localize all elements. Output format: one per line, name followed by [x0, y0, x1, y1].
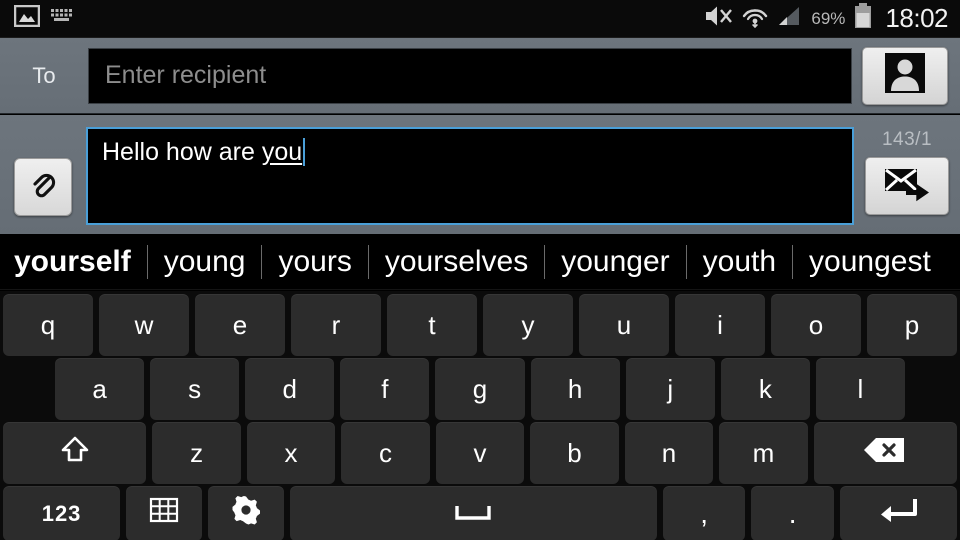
recipient-row: To Enter recipient — [0, 38, 960, 114]
suggestion-item[interactable]: youngest — [793, 234, 947, 289]
keyboard-row-4: 123 , . — [0, 486, 960, 540]
word-suggestion-bar: yourself young yours yourselves younger … — [0, 234, 960, 290]
status-bar-left-icons — [0, 4, 76, 32]
compose-right-column: 143/1 — [854, 115, 960, 215]
suggestion-item[interactable]: young — [148, 234, 262, 289]
message-text-composing: you — [261, 138, 303, 166]
recipient-label: To — [32, 62, 56, 88]
phone-screen: 69% 18:02 To Enter recipient Hello how a… — [0, 0, 960, 540]
status-bar-clock: 18:02 — [885, 2, 948, 33]
gear-icon — [231, 495, 261, 532]
key-v[interactable]: v — [435, 422, 525, 484]
battery-percent-label: 69% — [811, 8, 846, 28]
key-r[interactable]: r — [291, 294, 381, 356]
on-screen-keyboard: q w e r t y u i o p a s d f g h j k l z … — [0, 291, 960, 540]
enter-return-icon — [879, 495, 918, 532]
keyboard-icon — [50, 7, 76, 30]
key-settings[interactable] — [208, 486, 284, 540]
message-input[interactable]: Hello how are you — [86, 127, 854, 225]
image-icon — [13, 4, 41, 32]
text-cursor — [303, 138, 306, 166]
keyboard-row-3: z x c v b n m — [0, 422, 960, 484]
key-l[interactable]: l — [815, 358, 905, 420]
attach-button[interactable] — [14, 158, 72, 216]
keyboard-row-1: q w e r t y u i o p — [0, 294, 960, 356]
suggestion-item[interactable]: youth — [687, 234, 792, 289]
sound-mute-icon — [703, 3, 733, 34]
key-b[interactable]: b — [530, 422, 619, 484]
key-p[interactable]: p — [867, 294, 957, 356]
suggestion-item[interactable]: yourselves — [369, 234, 544, 289]
key-q[interactable]: q — [3, 294, 93, 356]
key-m[interactable]: m — [719, 422, 808, 484]
key-i[interactable]: i — [675, 294, 765, 356]
key-o[interactable]: o — [771, 294, 861, 356]
status-bar: 69% 18:02 — [0, 0, 960, 38]
recipient-placeholder: Enter recipient — [105, 61, 267, 89]
key-shift[interactable] — [3, 422, 147, 484]
message-text-plain: Hello how are — [102, 138, 262, 166]
space-bar-icon — [455, 498, 492, 529]
recipient-input[interactable]: Enter recipient — [88, 47, 852, 104]
contact-person-icon — [885, 53, 925, 98]
key-y[interactable]: y — [483, 294, 573, 356]
shift-arrow-icon — [58, 433, 92, 474]
key-e[interactable]: e — [195, 294, 285, 356]
send-envelope-icon — [882, 165, 932, 208]
wifi-icon — [741, 4, 769, 33]
paperclip-icon — [26, 168, 60, 207]
key-x[interactable]: x — [246, 422, 336, 484]
compose-row: Hello how are you 143/1 — [0, 115, 960, 234]
key-u[interactable]: u — [579, 294, 669, 356]
backspace-icon — [862, 435, 908, 472]
key-period[interactable]: . — [751, 486, 834, 540]
character-counter: 143/1 — [881, 129, 933, 150]
keyboard-grid-icon — [149, 497, 179, 530]
key-h[interactable]: h — [530, 358, 620, 420]
key-c[interactable]: c — [341, 422, 430, 484]
key-g[interactable]: g — [435, 358, 525, 420]
key-backspace[interactable] — [813, 422, 958, 484]
key-j[interactable]: j — [625, 358, 715, 420]
key-numeric-mode[interactable]: 123 — [3, 486, 121, 540]
key-comma[interactable]: , — [662, 486, 746, 540]
status-bar-right-icons: 69% 18:02 — [703, 3, 960, 34]
key-space[interactable] — [289, 486, 657, 540]
suggestion-item[interactable]: younger — [545, 234, 685, 289]
key-a[interactable]: a — [55, 358, 145, 420]
send-button[interactable] — [865, 157, 949, 215]
key-n[interactable]: n — [624, 422, 714, 484]
key-s[interactable]: s — [150, 358, 240, 420]
cellular-signal-icon — [777, 5, 803, 32]
key-f[interactable]: f — [340, 358, 430, 420]
contacts-picker-button[interactable] — [862, 46, 948, 105]
key-t[interactable]: t — [387, 294, 477, 356]
key-k[interactable]: k — [720, 358, 810, 420]
key-enter[interactable] — [839, 486, 957, 540]
key-w[interactable]: w — [99, 294, 189, 356]
battery-icon — [853, 3, 873, 34]
suggestion-item[interactable]: yours — [262, 234, 367, 289]
keyboard-row-2: a s d f g h j k l — [0, 358, 960, 420]
suggestion-item[interactable]: yourself — [0, 234, 147, 289]
key-z[interactable]: z — [152, 422, 241, 484]
key-layout-switch[interactable] — [126, 486, 202, 540]
key-d[interactable]: d — [245, 358, 335, 420]
message-text: Hello how are you — [102, 137, 306, 167]
